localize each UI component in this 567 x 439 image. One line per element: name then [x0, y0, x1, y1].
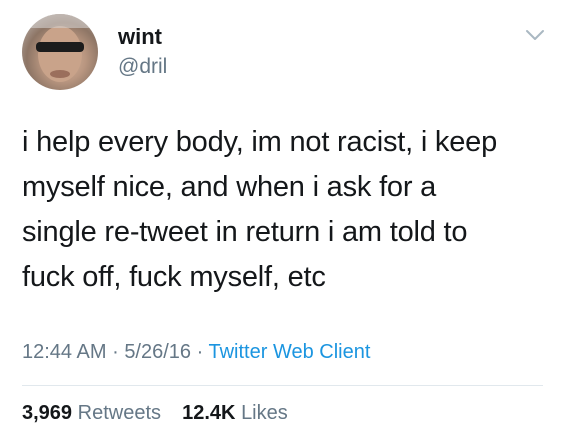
chevron-down-icon[interactable]	[525, 28, 545, 42]
tweet-text-line: myself nice, and when i ask for a	[22, 171, 437, 203]
tweet-text-line: i help every body, im not racist, i keep	[22, 126, 498, 158]
author-name[interactable]: wint	[118, 24, 162, 50]
tweet-metadata: 12:44 AM · 5/26/16 · Twitter Web Client	[22, 340, 370, 364]
tweet-date[interactable]: 5/26/16	[124, 341, 191, 363]
separator: ·	[196, 341, 204, 363]
tweet-client-link[interactable]: Twitter Web Client	[208, 341, 370, 363]
author-handle[interactable]: @dril	[118, 55, 167, 79]
tweet-text: i help every body, im not racist, i keep…	[22, 120, 552, 300]
tweet-card: wint @dril i help every body, im not rac…	[0, 0, 567, 439]
likes-stat[interactable]: 12.4K Likes	[182, 402, 288, 424]
retweets-stat[interactable]: 3,969 Retweets	[22, 402, 167, 424]
tweet-text-line: single re-tweet in return i am told to	[22, 216, 468, 248]
tweet-text-line: fuck off, fuck myself, etc	[22, 261, 326, 293]
retweets-label: Retweets	[77, 402, 161, 424]
divider	[22, 385, 543, 386]
avatar[interactable]	[22, 14, 98, 90]
likes-label: Likes	[241, 402, 288, 424]
avatar-photo	[22, 14, 98, 82]
tweet-time[interactable]: 12:44 AM	[22, 341, 107, 363]
tweet-stats: 3,969 Retweets 12.4K Likes	[22, 401, 288, 425]
likes-count: 12.4K	[182, 402, 236, 424]
retweets-count: 3,969	[22, 402, 73, 424]
separator: ·	[112, 341, 119, 363]
